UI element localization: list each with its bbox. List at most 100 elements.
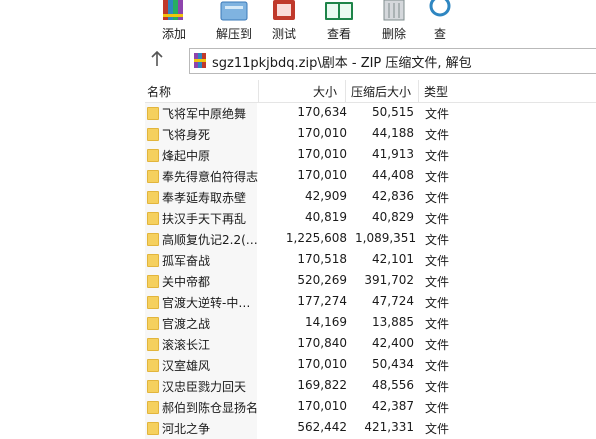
zip-archive-icon [194, 53, 206, 68]
view-book-icon [325, 2, 353, 20]
list-item[interactable]: 飞将身死 170,010 44,188 文件 [145, 124, 596, 145]
delete-button-label: 删除 [381, 27, 406, 41]
list-item[interactable]: 官渡之战 14,169 13,885 文件 [145, 313, 596, 334]
file-size: 170,518 [297, 252, 347, 266]
column-name[interactable]: 名称 [147, 83, 171, 100]
column-divider[interactable] [345, 80, 346, 102]
file-compressed-size: 391,702 [364, 273, 414, 287]
file-compressed-size: 42,836 [372, 189, 414, 203]
file-name: 官渡大逆转-中… [162, 296, 251, 310]
list-item[interactable]: 奉孝延寿取赤壁 42,909 42,836 文件 [145, 187, 596, 208]
list-item[interactable]: 官渡大逆转-中… 177,274 47,724 文件 [145, 292, 596, 313]
column-size[interactable]: 大小 [313, 83, 337, 100]
add-books-icon [163, 0, 183, 20]
toolbar: 添加 解压到 测试 查看 删除 查 [145, 0, 596, 44]
file-size: 170,010 [297, 168, 347, 182]
folder-icon [147, 296, 159, 309]
test-button-label: 测试 [271, 27, 296, 41]
file-type: 文件 [425, 254, 450, 268]
view-button[interactable]: 查看 [315, 0, 363, 44]
list-item[interactable]: 滚滚长江 170,840 42,400 文件 [145, 334, 596, 355]
file-type: 文件 [425, 401, 450, 415]
folder-icon [147, 254, 159, 267]
file-type: 文件 [425, 170, 450, 184]
file-compressed-size: 13,885 [372, 315, 414, 329]
file-type: 文件 [425, 191, 450, 205]
list-item[interactable]: 高顺复仇记2.2(… 1,225,608 1,089,351 文件 [145, 229, 596, 250]
list-item[interactable]: 郝伯到陈仓显扬名 170,010 42,387 文件 [145, 397, 596, 418]
folder-icon [147, 338, 159, 351]
file-name: 飞将军中原绝舞 [162, 107, 247, 121]
file-size: 520,269 [297, 273, 347, 287]
file-name: 孤军奋战 [162, 254, 211, 268]
file-name: 郝伯到陈仓显扬名 [162, 401, 259, 415]
file-name: 飞将身死 [162, 128, 211, 142]
column-divider[interactable] [418, 80, 419, 102]
delete-button[interactable]: 删除 [373, 0, 415, 44]
address-bar: sgz11pkjbdq.zip\剧本 - ZIP 压缩文件, 解包 [145, 46, 596, 74]
up-arrow-icon[interactable] [150, 50, 166, 67]
folder-icon [147, 149, 159, 162]
file-size: 170,840 [297, 336, 347, 350]
file-name: 奉孝延寿取赤壁 [162, 191, 247, 205]
file-name: 官渡之战 [162, 317, 211, 331]
delete-icon [383, 0, 405, 21]
file-type: 文件 [425, 107, 450, 121]
file-size: 170,010 [297, 357, 347, 371]
list-item[interactable]: 孤军奋战 170,518 42,101 文件 [145, 250, 596, 271]
find-button[interactable]: 查 [425, 0, 455, 44]
folder-icon [147, 212, 159, 225]
file-type: 文件 [425, 380, 450, 394]
file-compressed-size: 1,089,351 [355, 231, 417, 245]
folder-icon [147, 422, 159, 435]
file-size: 40,819 [305, 210, 347, 224]
file-type: 文件 [425, 149, 450, 163]
add-button[interactable]: 添加 [145, 0, 203, 44]
find-icon [429, 0, 451, 17]
file-compressed-size: 42,387 [372, 399, 414, 413]
column-divider[interactable] [258, 80, 259, 102]
list-item[interactable]: 扶汉手天下再乱 40,819 40,829 文件 [145, 208, 596, 229]
file-type: 文件 [425, 296, 450, 310]
file-compressed-size: 48,556 [372, 378, 414, 392]
file-compressed-size: 50,434 [372, 357, 414, 371]
file-size: 177,274 [297, 294, 347, 308]
column-type[interactable]: 类型 [424, 83, 448, 100]
column-compressed-size[interactable]: 压缩后大小 [351, 83, 411, 100]
list-item[interactable]: 飞将军中原绝舞 170,634 50,515 文件 [145, 103, 596, 124]
list-item[interactable]: 奉先得意伯符得志 170,010 44,408 文件 [145, 166, 596, 187]
file-type: 文件 [425, 275, 450, 289]
list-item[interactable]: 关中帝都 520,269 391,702 文件 [145, 271, 596, 292]
file-compressed-size: 44,188 [372, 126, 414, 140]
file-compressed-size: 40,829 [372, 210, 414, 224]
file-size: 14,169 [305, 315, 347, 329]
file-name: 扶汉手天下再乱 [162, 212, 247, 226]
file-name: 汉忠臣戮力回天 [162, 380, 247, 394]
extract-folder-icon [220, 1, 248, 21]
file-name: 河北之争 [162, 422, 211, 436]
folder-icon [147, 107, 159, 120]
test-button[interactable]: 测试 [265, 0, 303, 44]
file-name: 烽起中原 [162, 149, 211, 163]
file-name: 关中帝都 [162, 275, 211, 289]
file-compressed-size: 50,515 [372, 105, 414, 119]
file-size: 562,442 [297, 420, 347, 434]
list-item[interactable]: 汉室雄风 170,010 50,434 文件 [145, 355, 596, 376]
file-name: 高顺复仇记2.2(… [162, 233, 258, 247]
file-type: 文件 [425, 422, 450, 436]
list-item[interactable]: 河北之争 562,442 421,331 文件 [145, 418, 596, 439]
extract-to-button[interactable]: 解压到 [203, 0, 265, 44]
file-name: 汉室雄风 [162, 359, 211, 373]
list-item[interactable]: 汉忠臣戮力回天 169,822 48,556 文件 [145, 376, 596, 397]
list-item[interactable]: 烽起中原 170,010 41,913 文件 [145, 145, 596, 166]
file-type: 文件 [425, 233, 450, 247]
file-size: 170,010 [297, 399, 347, 413]
file-compressed-size: 41,913 [372, 147, 414, 161]
path-field[interactable]: sgz11pkjbdq.zip\剧本 - ZIP 压缩文件, 解包 [189, 48, 596, 74]
folder-icon [147, 380, 159, 393]
file-size: 169,822 [297, 378, 347, 392]
file-type: 文件 [425, 317, 450, 331]
column-header: 名称 大小 压缩后大小 类型 [145, 80, 596, 103]
file-name: 奉先得意伯符得志 [162, 170, 259, 184]
view-button-label: 查看 [326, 27, 351, 41]
